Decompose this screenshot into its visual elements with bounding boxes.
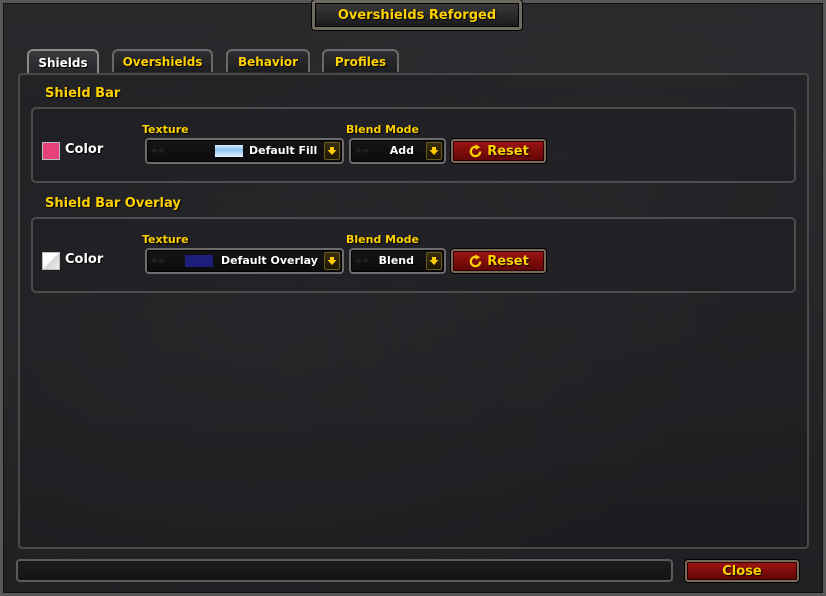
color-label[interactable]: Color [65, 252, 103, 267]
blend-mode-dropdown[interactable]: ≡≡ Add [349, 138, 446, 164]
section-title-shield-bar: Shield Bar [45, 86, 121, 101]
tab-behavior[interactable]: Behavior [226, 49, 310, 72]
blend-mode-label: Blend Mode [346, 123, 419, 136]
texture-label: Texture [142, 123, 189, 136]
dropdown-ghost-text: ≡≡ [355, 256, 369, 265]
texture-dropdown[interactable]: ≡≡ Default Overlay [145, 248, 344, 274]
reset-icon [468, 143, 483, 159]
blend-mode-value: Add [389, 144, 414, 157]
chevron-down-icon[interactable] [324, 252, 340, 270]
color-swatch[interactable] [42, 252, 60, 270]
tab-shields[interactable]: Shields [27, 49, 99, 74]
tab-label: Profiles [334, 54, 387, 69]
dropdown-ghost-text: ≡≡ [355, 146, 369, 155]
color-label[interactable]: Color [65, 142, 103, 157]
dropdown-ghost-text: ≡≡ [151, 256, 165, 265]
texture-preview [185, 255, 213, 267]
close-label: Close [722, 563, 762, 579]
reset-label: Reset [487, 253, 529, 269]
dropdown-ghost-text: ≡≡ [151, 146, 165, 155]
tab-profiles[interactable]: Profiles [322, 49, 399, 72]
tab-label: Behavior [237, 54, 299, 69]
chevron-down-icon[interactable] [324, 142, 340, 160]
chevron-down-icon[interactable] [426, 252, 442, 270]
reset-label: Reset [487, 143, 529, 159]
blend-mode-label: Blend Mode [346, 233, 419, 246]
chevron-down-icon[interactable] [426, 142, 442, 160]
texture-value: Default Fill [249, 144, 318, 157]
reset-button[interactable]: Reset [451, 139, 546, 163]
close-button[interactable]: Close [685, 560, 799, 582]
blend-mode-value: Blend [378, 254, 414, 267]
texture-value: Default Overlay [221, 254, 318, 267]
tab-label: Shields [38, 55, 88, 70]
reset-button[interactable]: Reset [451, 249, 546, 273]
color-swatch[interactable] [42, 142, 60, 160]
status-bar [16, 559, 673, 582]
tab-label: Overshields [122, 54, 203, 69]
window-title: Overshields Reforged [337, 7, 497, 23]
texture-preview [215, 145, 243, 157]
tab-overshields[interactable]: Overshields [112, 49, 213, 72]
blend-mode-dropdown[interactable]: ≡≡ Blend [349, 248, 446, 274]
window-title-plate[interactable]: Overshields Reforged [312, 0, 522, 30]
section-title-shield-bar-overlay: Shield Bar Overlay [45, 196, 181, 211]
texture-label: Texture [142, 233, 189, 246]
texture-dropdown[interactable]: ≡≡ Default Fill [145, 138, 344, 164]
reset-icon [468, 253, 483, 269]
